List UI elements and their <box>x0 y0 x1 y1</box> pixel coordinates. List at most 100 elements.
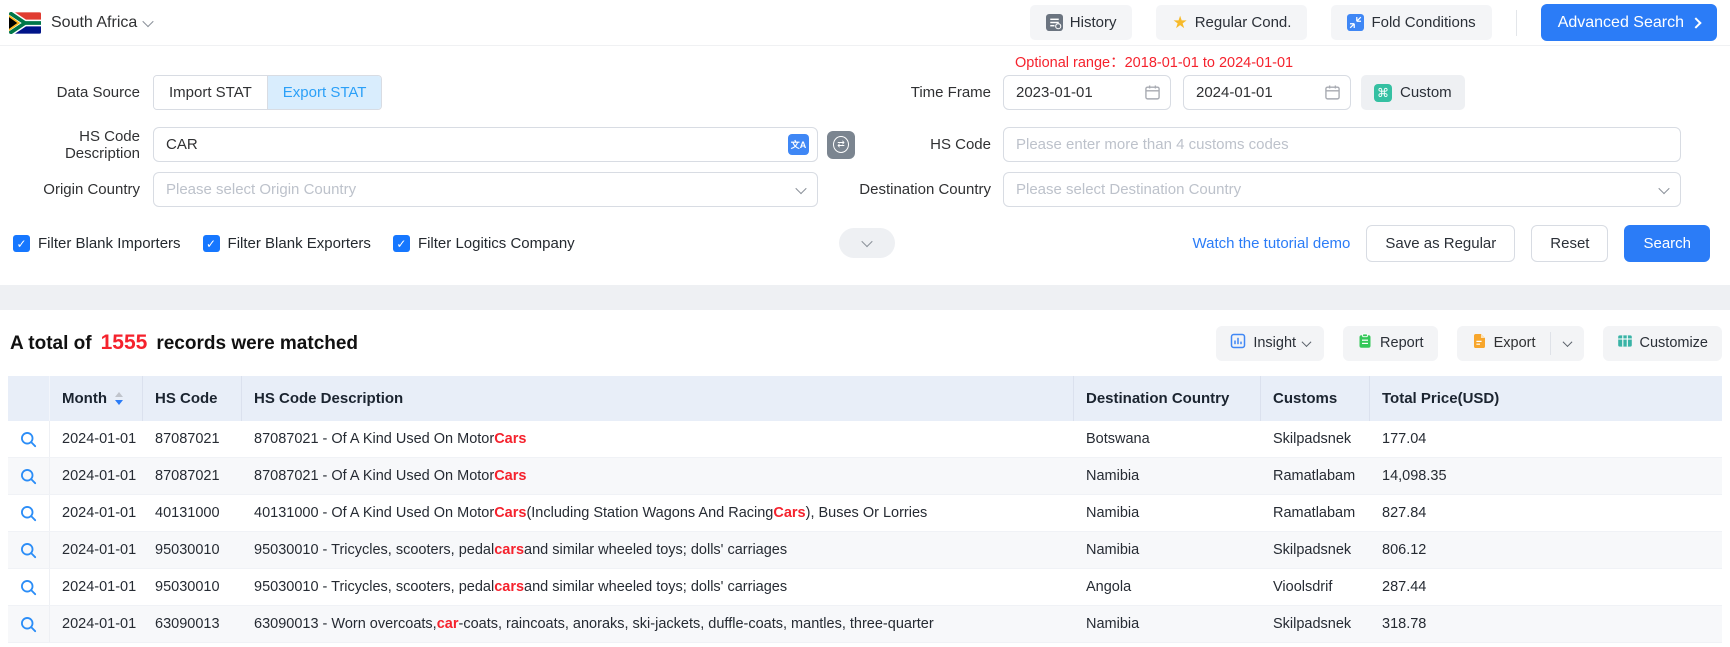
save-as-regular-button[interactable]: Save as Regular <box>1366 225 1515 262</box>
custom-label: Custom <box>1400 84 1452 101</box>
cell-destination: Namibia <box>1074 458 1261 494</box>
regular-cond-button[interactable]: ★ Regular Cond. <box>1156 5 1307 40</box>
cell-hs-code: 87087021 <box>143 458 242 494</box>
import-stat-option[interactable]: Import STAT <box>154 76 268 109</box>
origin-country-select[interactable]: Please select Origin Country <box>153 172 818 207</box>
chevron-down-icon <box>861 236 872 247</box>
total-count: 1555 <box>101 331 148 355</box>
customize-button[interactable]: Customize <box>1603 326 1723 361</box>
total-prefix: A total of <box>10 333 92 355</box>
insight-button[interactable]: Insight <box>1216 326 1324 361</box>
fold-conditions-label: Fold Conditions <box>1371 14 1475 31</box>
origin-placeholder: Please select Origin Country <box>166 181 797 198</box>
cell-hs-code: 87087021 <box>143 421 242 457</box>
export-dropdown-button[interactable] <box>1551 326 1584 361</box>
custom-time-button[interactable]: ⌘ Custom <box>1361 75 1465 110</box>
table-body: 2024-01-01 87087021 87087021 - Of A Kind… <box>8 421 1722 643</box>
cell-total-price: 177.04 <box>1370 421 1722 457</box>
cell-customs: Ramatlabam <box>1261 495 1370 531</box>
magnifier-icon[interactable] <box>20 431 37 448</box>
row-detail-cell <box>8 421 50 457</box>
cell-total-price: 287.44 <box>1370 569 1722 605</box>
magnifier-icon[interactable] <box>20 616 37 633</box>
header-hs-code: HS Code <box>143 376 242 421</box>
section-divider-band <box>0 285 1730 310</box>
chevron-down-icon <box>1658 182 1669 193</box>
cell-hs-code: 95030010 <box>143 532 242 568</box>
results-summary: A total of 1555 records were matched <box>10 331 358 355</box>
advanced-search-button[interactable]: Advanced Search <box>1541 4 1717 41</box>
filter-row: ✓ Filter Blank Importers ✓ Filter Blank … <box>13 226 1730 261</box>
table-row[interactable]: 2024-01-01 95030010 95030010 - Tricycles… <box>8 532 1722 569</box>
topbar-divider <box>1516 10 1517 36</box>
report-button[interactable]: Report <box>1343 326 1438 361</box>
cell-month: 2024-01-01 <box>50 421 143 457</box>
table-header: Month HS Code HS Code Description Destin… <box>8 376 1722 421</box>
cell-destination: Namibia <box>1074 606 1261 642</box>
regular-cond-label: Regular Cond. <box>1195 14 1292 31</box>
customize-label: Customize <box>1640 335 1709 351</box>
cell-customs: Ramatlabam <box>1261 458 1370 494</box>
header-total-price: Total Price(USD) <box>1370 376 1722 421</box>
filter-blank-exporters-checkbox[interactable]: ✓ Filter Blank Exporters <box>203 235 371 252</box>
checkbox-checked-icon: ✓ <box>13 235 30 252</box>
row-detail-cell <box>8 458 50 494</box>
export-stat-option[interactable]: Export STAT <box>268 76 382 109</box>
checkbox-label: Filter Logitics Company <box>418 235 575 252</box>
cell-customs: Vioolsdrif <box>1261 569 1370 605</box>
history-button[interactable]: History <box>1030 5 1133 40</box>
cell-hs-code: 63090013 <box>143 606 242 642</box>
cell-total-price: 806.12 <box>1370 532 1722 568</box>
table-row[interactable]: 2024-01-01 87087021 87087021 - Of A Kind… <box>8 421 1722 458</box>
table-row[interactable]: 2024-01-01 63090013 63090013 - Worn over… <box>8 606 1722 643</box>
hs-code-input[interactable] <box>1003 127 1681 162</box>
cell-destination: Botswana <box>1074 421 1261 457</box>
export-label: Export <box>1494 335 1536 351</box>
magnifier-icon[interactable] <box>20 468 37 485</box>
reset-button[interactable]: Reset <box>1531 225 1608 262</box>
calendar-icon[interactable] <box>1324 84 1341 105</box>
filter-blank-importers-checkbox[interactable]: ✓ Filter Blank Importers <box>13 235 181 252</box>
export-button[interactable]: Export <box>1457 326 1550 361</box>
translate-icon[interactable]: 文A <box>788 134 809 155</box>
country-selector[interactable]: South Africa <box>9 12 152 34</box>
cell-customs: Skilpadsnek <box>1261 421 1370 457</box>
destination-country-select[interactable]: Please select Destination Country <box>1003 172 1681 207</box>
search-button[interactable]: Search <box>1624 225 1710 262</box>
cell-customs: Skilpadsnek <box>1261 532 1370 568</box>
time-frame-label: Time Frame <box>820 84 1003 101</box>
chevron-down-icon <box>1562 337 1572 347</box>
chevron-down-icon <box>1302 337 1312 347</box>
filter-logitics-company-checkbox[interactable]: ✓ Filter Logitics Company <box>393 235 575 252</box>
hs-desc-input[interactable] <box>153 127 818 162</box>
history-label: History <box>1070 14 1117 31</box>
checkbox-label: Filter Blank Exporters <box>228 235 371 252</box>
destination-country-label: Destination Country <box>820 181 1003 198</box>
magnifier-icon[interactable] <box>20 505 37 522</box>
hs-code-label: HS Code <box>820 136 1003 153</box>
table-row[interactable]: 2024-01-01 95030010 95030010 - Tricycles… <box>8 569 1722 606</box>
collapse-conditions-button[interactable] <box>839 228 895 258</box>
table-row[interactable]: 2024-01-01 40131000 40131000 - Of A Kind… <box>8 495 1722 532</box>
cell-description: 95030010 - Tricycles, scooters, pedal ca… <box>242 569 1074 605</box>
header-destination-country: Destination Country <box>1074 376 1261 421</box>
magnifier-icon[interactable] <box>20 579 37 596</box>
cell-month: 2024-01-01 <box>50 569 143 605</box>
cell-total-price: 318.78 <box>1370 606 1722 642</box>
fold-conditions-button[interactable]: Fold Conditions <box>1331 5 1491 40</box>
cell-total-price: 14,098.35 <box>1370 458 1722 494</box>
table-row[interactable]: 2024-01-01 87087021 87087021 - Of A Kind… <box>8 458 1722 495</box>
header-detail-column <box>8 376 50 421</box>
optional-range-hint: Optional range：2018-01-01 to 2024-01-01 <box>1015 51 1293 72</box>
sort-icon[interactable] <box>115 392 123 405</box>
origin-country-label: Origin Country <box>3 181 153 198</box>
tutorial-demo-link[interactable]: Watch the tutorial demo <box>1193 235 1351 252</box>
magnifier-icon[interactable] <box>20 542 37 559</box>
topbar: South Africa History ★ Regular Cond. Fol… <box>0 0 1730 46</box>
report-icon <box>1357 333 1373 353</box>
cell-description: 63090013 - Worn overcoats, car-coats, ra… <box>242 606 1074 642</box>
header-month[interactable]: Month <box>50 376 143 421</box>
data-source-toggle: Import STAT Export STAT <box>153 75 382 110</box>
calendar-icon[interactable] <box>1144 84 1161 105</box>
checkbox-checked-icon: ✓ <box>203 235 220 252</box>
